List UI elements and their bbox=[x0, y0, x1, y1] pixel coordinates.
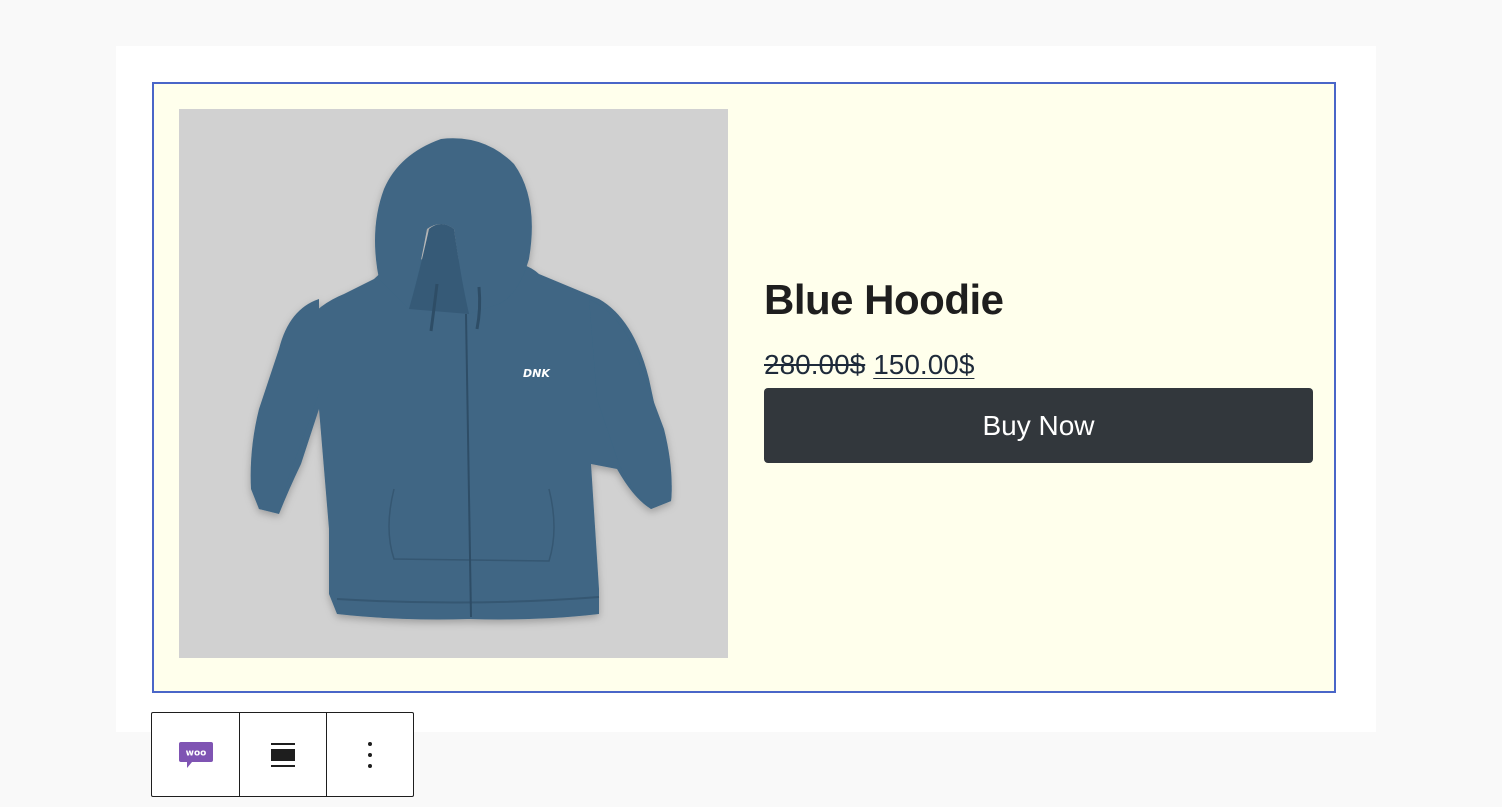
woo-block-button[interactable]: woo bbox=[152, 713, 239, 796]
single-product-block[interactable]: DNK Blue Hoodie 280.00$ 150.00$ Buy Now bbox=[152, 82, 1336, 693]
block-toolbar: woo bbox=[151, 712, 414, 797]
regular-price: 280.00$ bbox=[764, 349, 866, 380]
align-button[interactable] bbox=[239, 713, 326, 796]
woo-icon: woo bbox=[178, 741, 213, 768]
sale-price[interactable]: 150.00$ bbox=[873, 349, 974, 380]
hoodie-image: DNK bbox=[250, 138, 672, 620]
product-title[interactable]: Blue Hoodie bbox=[764, 274, 1313, 326]
more-options-icon bbox=[368, 741, 372, 768]
woo-icon-label: woo bbox=[185, 748, 206, 758]
product-image[interactable]: DNK bbox=[179, 109, 728, 658]
align-icon bbox=[271, 742, 295, 767]
buy-now-button[interactable]: Buy Now bbox=[764, 388, 1313, 463]
hoodie-logo-text: DNK bbox=[523, 367, 551, 380]
more-options-button[interactable] bbox=[326, 713, 413, 796]
product-price: 280.00$ 150.00$ bbox=[764, 348, 1313, 382]
product-info: Blue Hoodie 280.00$ 150.00$ Buy Now bbox=[764, 274, 1313, 463]
